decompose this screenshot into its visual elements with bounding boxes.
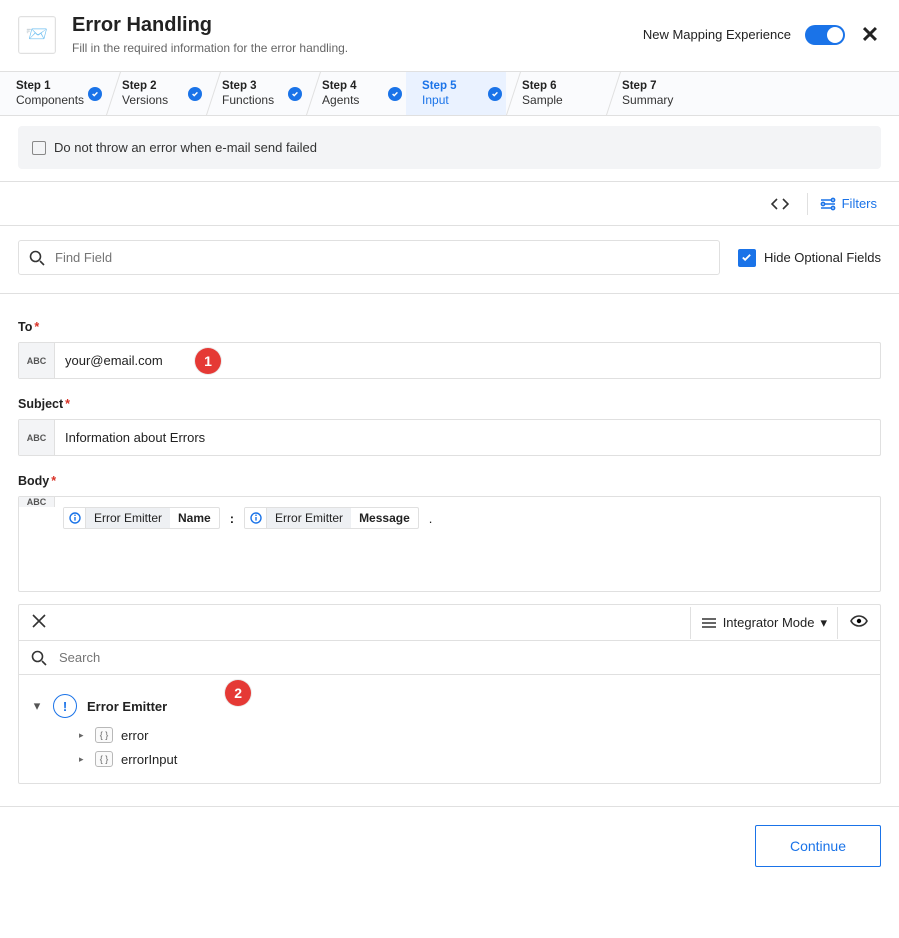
error-option-banner: Do not throw an error when e-mail send f… (18, 126, 881, 169)
type-badge-abc: ABC (19, 343, 55, 378)
find-field-box[interactable] (18, 240, 720, 275)
step-done-icon (288, 87, 302, 101)
subject-label: Subject* (18, 397, 881, 411)
tree-item-errorInput[interactable]: ▸ { } errorInput (25, 747, 874, 771)
tree-caret[interactable]: ▾ (31, 698, 43, 714)
hide-optional-label: Hide Optional Fields (764, 250, 881, 265)
suppress-error-label: Do not throw an error when e-mail send f… (54, 140, 317, 155)
nme-toggle[interactable] (805, 25, 845, 45)
separator (807, 193, 808, 215)
error-emitter-icon: ! (53, 694, 77, 718)
subject-input[interactable]: Information about Errors (55, 420, 880, 455)
suppress-error-checkbox[interactable] (32, 141, 46, 155)
to-label: To* (18, 320, 881, 334)
nme-label: New Mapping Experience (643, 27, 791, 42)
page-subtitle: Fill in the required information for the… (72, 41, 348, 55)
search-icon (31, 650, 47, 666)
app-icon: 📨 (18, 16, 56, 54)
tree-item-error[interactable]: ▸ { } error (25, 723, 874, 747)
step-agents[interactable]: Step 4 Agents (306, 72, 406, 115)
search-icon (29, 250, 45, 266)
type-badge-abc: ABC (19, 497, 55, 507)
filters-label: Filters (842, 196, 877, 211)
step-done-icon (488, 87, 502, 101)
hide-optional-checkbox[interactable] (738, 249, 756, 267)
step-functions[interactable]: Step 3 Functions (206, 72, 306, 115)
object-icon: { } (95, 727, 113, 743)
mapping-chip[interactable]: Error Emitter Name (63, 507, 220, 529)
page-title: Error Handling (72, 14, 348, 37)
step-versions[interactable]: Step 2 Versions (106, 72, 206, 115)
tree-caret[interactable]: ▸ (79, 730, 87, 741)
body-input[interactable]: Error Emitter Name: Error Emitter Messag… (55, 497, 880, 579)
callout-1: 1 (195, 348, 221, 374)
step-input[interactable]: Step 5 Input (406, 72, 506, 115)
to-input[interactable]: your@email.com 1 (55, 343, 880, 378)
close-icon[interactable]: ✕ (859, 24, 881, 46)
integrator-mode-dropdown[interactable]: Integrator Mode ▾ (690, 607, 838, 639)
chevron-down-icon: ▾ (820, 615, 827, 631)
info-icon (245, 507, 267, 529)
step-done-icon (188, 87, 202, 101)
mapper-panel: Integrator Mode ▾ ▾ ! Error Emitter 2 ▸ … (18, 604, 881, 784)
mapping-chip[interactable]: Error Emitter Message (244, 507, 419, 529)
mapper-close-button[interactable] (19, 605, 59, 640)
type-badge-abc: ABC (19, 420, 55, 455)
info-icon (64, 507, 86, 529)
mapper-search-input[interactable] (57, 649, 868, 666)
filters-button[interactable]: Filters (816, 190, 881, 217)
code-toggle-button[interactable] (761, 191, 799, 217)
step-done-icon (388, 87, 402, 101)
stepper: Step 1 Components Step 2 Versions Step 3… (0, 71, 899, 116)
body-label: Body* (18, 474, 881, 488)
preview-button[interactable] (838, 607, 880, 638)
continue-button[interactable]: Continue (755, 825, 881, 867)
object-icon: { } (95, 751, 113, 767)
list-icon (701, 617, 717, 629)
step-sample[interactable]: Step 6 Sample (506, 72, 606, 115)
callout-2: 2 (225, 680, 251, 706)
step-summary[interactable]: Step 7 Summary (606, 72, 706, 115)
tree-root[interactable]: Error Emitter (87, 699, 167, 714)
step-components[interactable]: Step 1 Components (0, 72, 106, 115)
tree-caret[interactable]: ▸ (79, 754, 87, 765)
step-done-icon (88, 87, 102, 101)
find-field-input[interactable] (53, 249, 709, 266)
